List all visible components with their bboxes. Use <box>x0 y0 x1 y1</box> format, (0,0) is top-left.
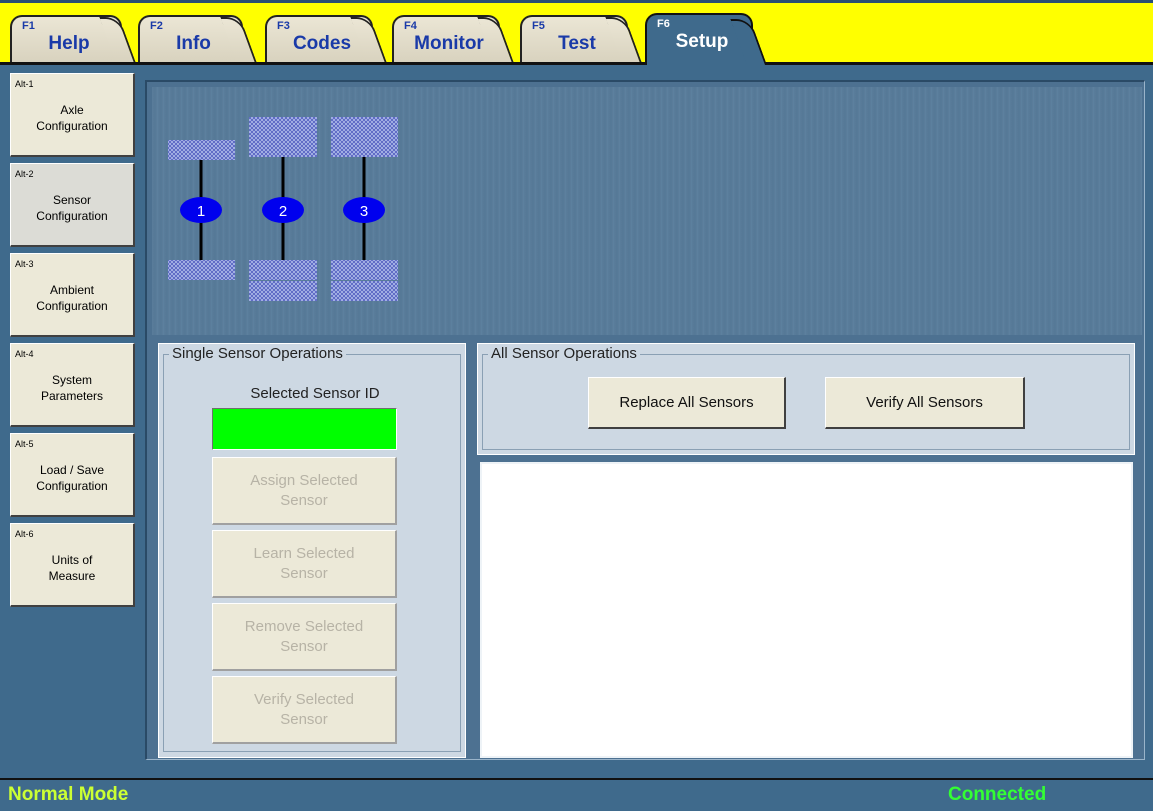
tab-key: F3 <box>277 20 290 32</box>
tire-icon[interactable] <box>168 140 235 160</box>
selected-sensor-id-field[interactable] <box>212 408 397 450</box>
group-title: All Sensor Operations <box>488 345 640 362</box>
tab-test[interactable]: F5 Test <box>520 15 628 63</box>
tab-key: F5 <box>532 20 545 32</box>
sidebar-item-sensor-configuration[interactable]: Alt-2 Sensor Configuration <box>10 163 135 247</box>
tab-key: F1 <box>22 20 35 32</box>
verify-selected-sensor-button[interactable]: Verify Selected Sensor <box>212 676 397 744</box>
sidebar-item-label: Load / Save Configuration <box>36 463 108 493</box>
group-title: Single Sensor Operations <box>169 345 346 362</box>
sidebar-item-shortcut: Alt-3 <box>15 259 34 269</box>
sidebar-item-shortcut: Alt-2 <box>15 169 34 179</box>
tab-label: Help <box>48 33 90 54</box>
sidebar-item-shortcut: Alt-6 <box>15 529 34 539</box>
group-frame <box>482 354 1130 450</box>
sidebar-item-label: System Parameters <box>40 373 104 403</box>
sidebar-item-load-save-configuration[interactable]: Alt-5 Load / Save Configuration <box>10 433 135 517</box>
tab-label: Test <box>558 33 596 54</box>
function-tab-bar: F1 Help F2 Info F3 Codes F4 Monitor F5 T… <box>0 0 1153 65</box>
axle-number-label: 3 <box>360 203 368 220</box>
connection-status: Connected <box>948 784 1047 805</box>
all-sensor-operations-group: All Sensor Operations <box>477 343 1135 455</box>
sidebar-item-label: Ambient Configuration <box>36 283 108 313</box>
status-bar: Normal Mode Connected <box>0 778 1153 811</box>
tab-key: F2 <box>150 20 163 32</box>
tab-label: Codes <box>292 33 352 54</box>
axle-diagram: 1 2 3 <box>168 117 398 301</box>
tire-icon[interactable] <box>331 137 398 157</box>
sidebar-item-label: Units of Measure <box>48 553 96 583</box>
sidebar-item-label: Axle Configuration <box>36 103 108 133</box>
tab-label: Monitor <box>414 33 484 54</box>
tab-info[interactable]: F2 Info <box>138 15 243 63</box>
axle-3[interactable]: 3 <box>331 117 398 301</box>
tire-icon[interactable] <box>331 281 398 301</box>
tire-icon[interactable] <box>249 281 317 301</box>
tab-label: Info <box>176 33 211 54</box>
selected-sensor-id-label: Selected Sensor ID <box>250 385 380 402</box>
sidebar-item-label: Sensor Configuration <box>36 193 108 223</box>
sidebar-item-shortcut: Alt-1 <box>15 79 34 89</box>
axle-number-label: 1 <box>197 203 205 220</box>
tab-label: Setup <box>675 31 729 52</box>
sidebar-item-ambient-configuration[interactable]: Alt-3 Ambient Configuration <box>10 253 135 337</box>
tab-help[interactable]: F1 Help <box>10 15 122 63</box>
axle-1[interactable]: 1 <box>168 140 235 280</box>
remove-selected-sensor-button[interactable]: Remove Selected Sensor <box>212 603 397 671</box>
learn-selected-sensor-button[interactable]: Learn Selected Sensor <box>212 530 397 598</box>
replace-all-sensors-button[interactable]: Replace All Sensors <box>588 377 786 429</box>
tab-key: F6 <box>657 18 670 30</box>
verify-all-sensors-button[interactable]: Verify All Sensors <box>825 377 1025 429</box>
tire-icon[interactable] <box>249 137 317 157</box>
mode-status: Normal Mode <box>8 784 129 805</box>
sidebar-item-axle-configuration[interactable]: Alt-1 Axle Configuration <box>10 73 135 157</box>
operation-output-box[interactable] <box>480 462 1133 758</box>
tab-setup[interactable]: F6 Setup <box>645 13 753 65</box>
sidebar-item-system-parameters[interactable]: Alt-4 System Parameters <box>10 343 135 427</box>
sidebar-item-shortcut: Alt-4 <box>15 349 34 359</box>
tire-icon[interactable] <box>249 260 317 280</box>
tab-codes[interactable]: F3 Codes <box>265 15 373 63</box>
tire-icon[interactable] <box>331 260 398 280</box>
assign-selected-sensor-button[interactable]: Assign Selected Sensor <box>212 457 397 525</box>
tire-icon[interactable] <box>168 260 235 280</box>
axle-number-label: 2 <box>279 203 287 220</box>
axle-2[interactable]: 2 <box>249 117 317 301</box>
tire-icon[interactable] <box>249 117 317 137</box>
tab-bar-divider <box>0 62 1153 65</box>
tire-icon[interactable] <box>331 117 398 137</box>
tab-key: F4 <box>404 20 417 32</box>
sidebar-item-shortcut: Alt-5 <box>15 439 34 449</box>
sidebar-item-units-of-measure[interactable]: Alt-6 Units of Measure <box>10 523 135 607</box>
tab-monitor[interactable]: F4 Monitor <box>392 15 500 63</box>
